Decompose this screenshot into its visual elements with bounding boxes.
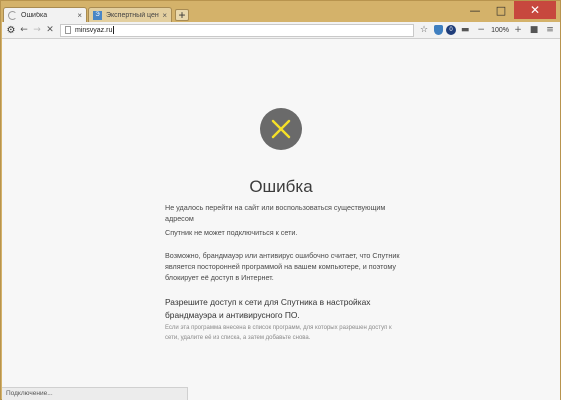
status-bar: Подключение... xyxy=(2,387,188,400)
x-mark-icon xyxy=(260,108,302,150)
zoom-in-button[interactable]: + xyxy=(512,24,524,36)
new-tab-button[interactable]: + xyxy=(175,8,189,22)
tab-close-icon[interactable]: × xyxy=(162,11,167,20)
tab-expert-center[interactable]: Э Экспертный центр э × xyxy=(88,7,172,23)
close-window-button[interactable]: ✕ xyxy=(514,1,556,19)
browser-window: — □ ✕ Ошибка × Э Экспертный центр э × + … xyxy=(0,0,561,400)
page-icon xyxy=(65,26,71,34)
error-hint: Если эта программа внесена в список прог… xyxy=(165,325,392,341)
minimize-button[interactable]: — xyxy=(462,1,488,19)
toolbar: ⚙ ← → ✕ minsvyaz.ru ☆ 0 ▬ − 100% + ■ ≡ xyxy=(2,22,560,39)
site-favicon-icon: Э xyxy=(93,11,102,20)
tab-title: Ошибка xyxy=(21,12,48,19)
tab-title: Экспертный центр э xyxy=(106,12,159,19)
extension-icon[interactable]: 0 xyxy=(446,25,457,35)
menu-icon[interactable]: ≡ xyxy=(544,24,556,36)
text-caret xyxy=(113,26,115,34)
zoom-out-button[interactable]: − xyxy=(475,24,487,36)
shield-icon[interactable] xyxy=(434,25,444,35)
stop-button[interactable]: ✕ xyxy=(44,24,56,36)
loading-spinner-icon xyxy=(8,11,17,20)
tab-error[interactable]: Ошибка × xyxy=(3,7,87,23)
x-mark-glyph xyxy=(271,119,291,139)
error-message-2: Спутник не может подключиться к сети. xyxy=(165,228,298,237)
window-controls: — □ ✕ xyxy=(462,1,556,20)
address-input[interactable]: minsvyaz.ru xyxy=(75,27,112,34)
forward-button[interactable]: → xyxy=(31,24,43,36)
page-content: Ошибка Не удалось перейти на сайт или во… xyxy=(2,39,560,400)
error-title: Ошибка xyxy=(249,177,313,196)
tab-close-icon[interactable]: × xyxy=(77,11,82,20)
chat-icon[interactable]: ▬ xyxy=(459,24,471,36)
tab-strip: Ошибка × Э Экспертный центр э × + xyxy=(3,6,189,23)
back-button[interactable]: ← xyxy=(18,24,30,36)
address-bar[interactable]: minsvyaz.ru xyxy=(60,23,415,37)
maximize-button[interactable]: □ xyxy=(488,1,514,19)
gear-icon[interactable]: ⚙ xyxy=(5,24,17,36)
zoom-level: 100% xyxy=(491,26,509,34)
error-recommendation: Разрешите доступ к сети для Спутника в н… xyxy=(165,297,371,320)
star-icon[interactable]: ☆ xyxy=(418,24,430,36)
error-message-1: Не удалось перейти на сайт или воспользо… xyxy=(165,203,386,223)
right-toolbar: ☆ 0 ▬ − 100% + ■ ≡ xyxy=(418,24,557,36)
puzzle-icon[interactable]: ■ xyxy=(528,24,540,36)
error-message-3: Возможно, брандмауэр или антивирус ошибо… xyxy=(165,251,400,282)
